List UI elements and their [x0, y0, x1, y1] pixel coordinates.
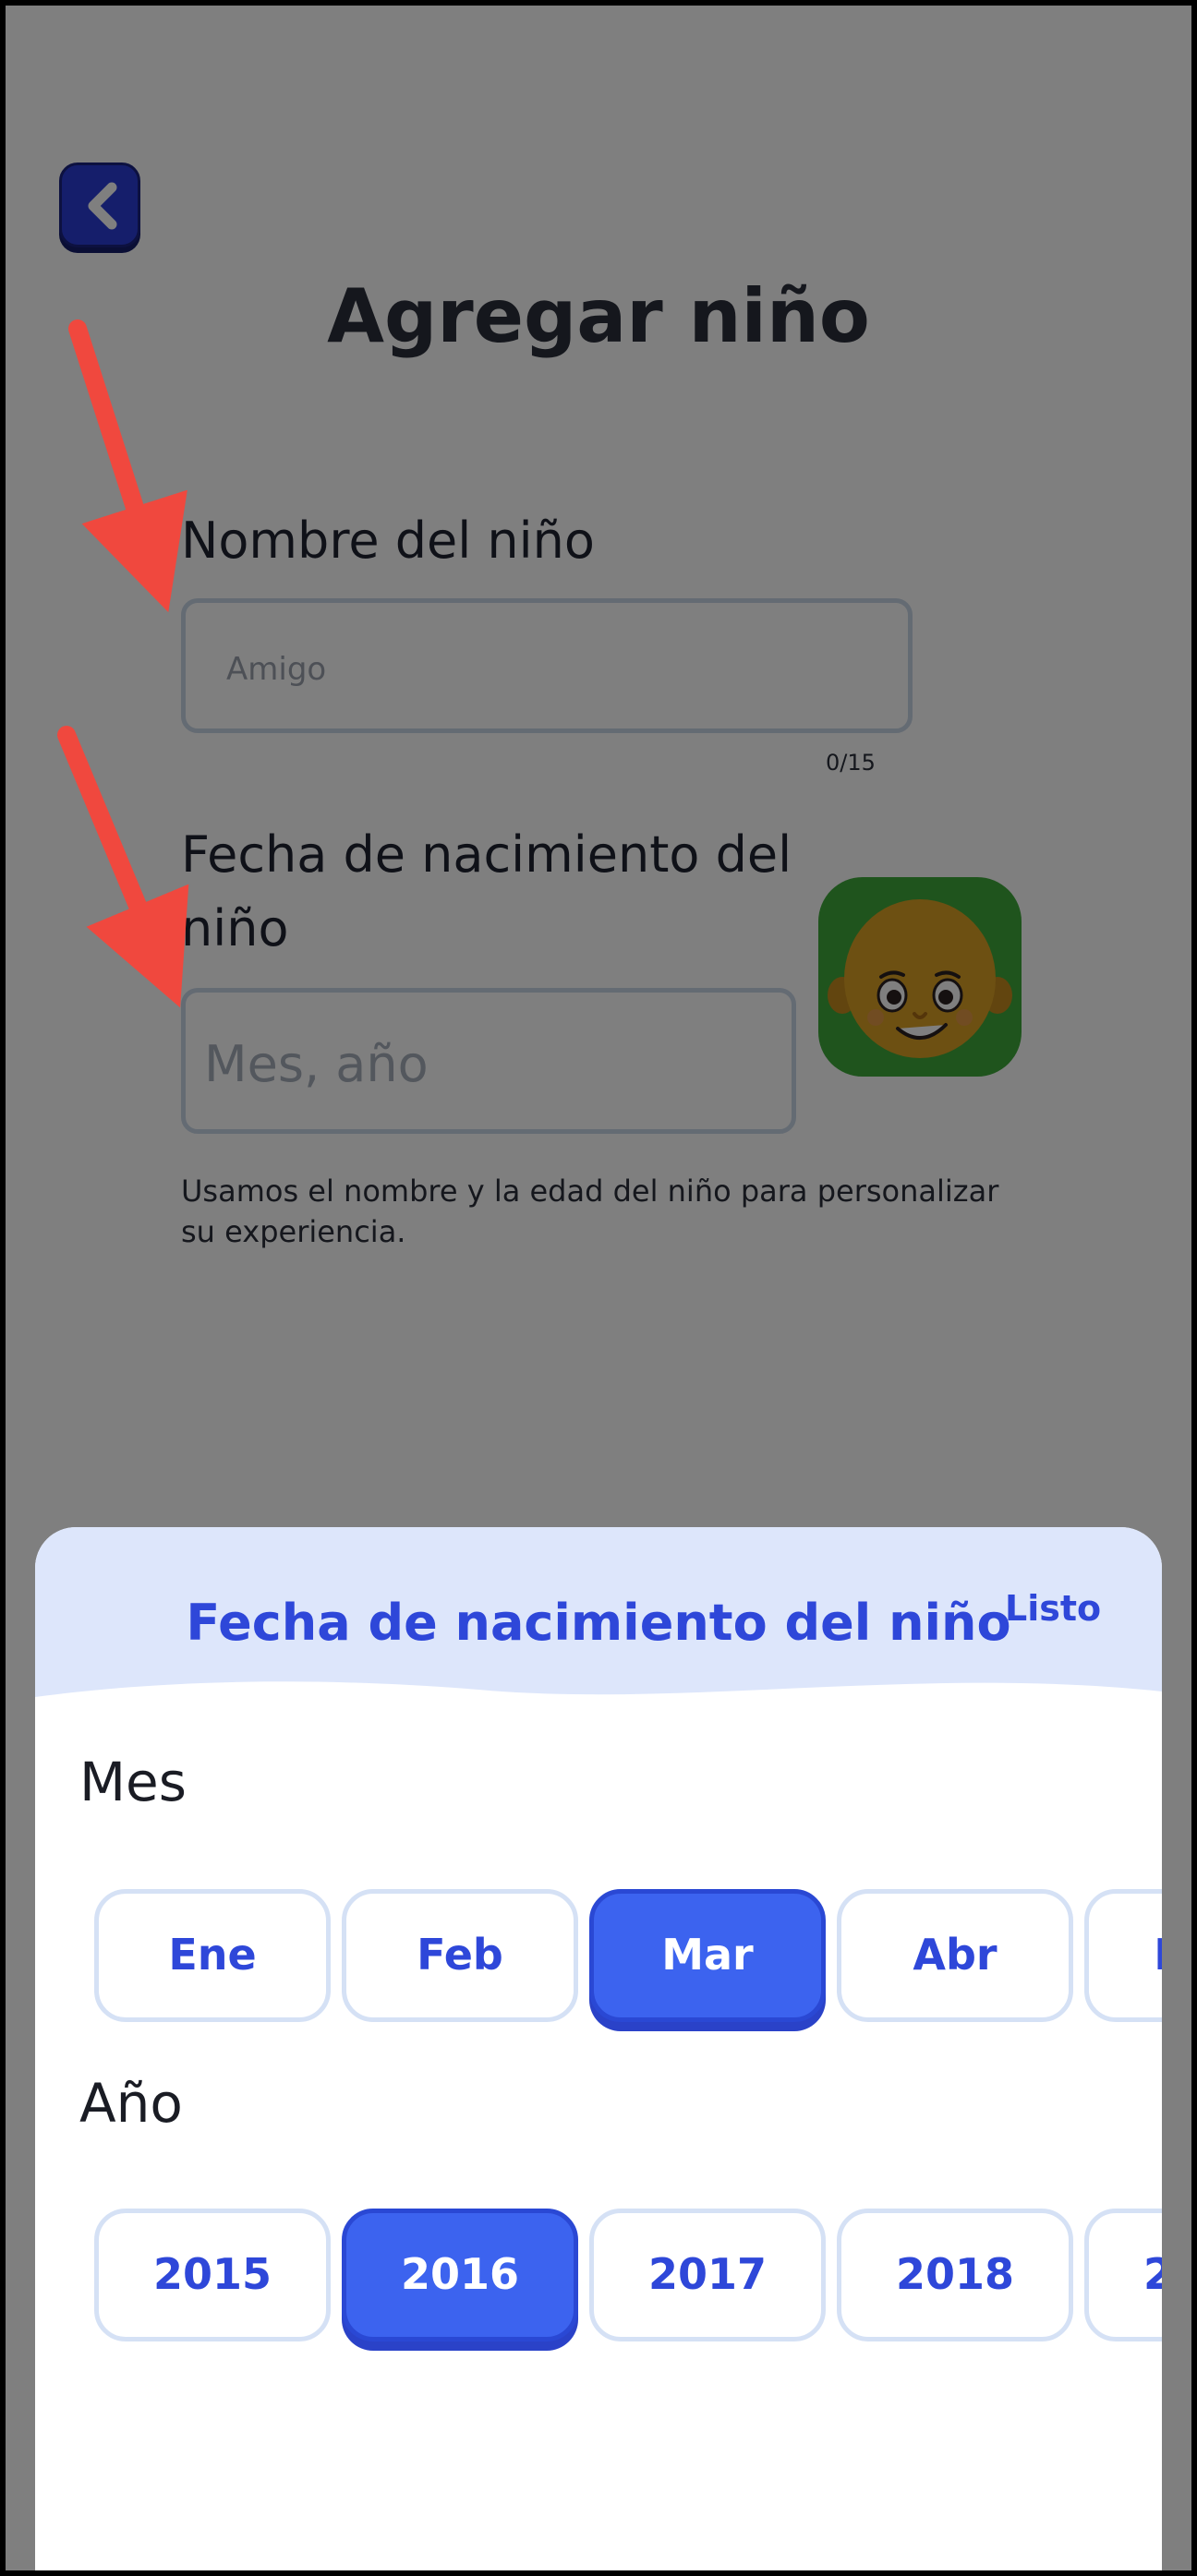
year-chip-selected[interactable]: 2016	[342, 2209, 578, 2341]
month-chip[interactable]: Feb	[342, 1889, 578, 2022]
month-chip[interactable]: Ene	[94, 1889, 331, 2022]
year-chip[interactable]: 2018	[837, 2209, 1073, 2341]
year-chip[interactable]: 2017	[589, 2209, 826, 2341]
year-chip[interactable]: 2019	[1084, 2209, 1162, 2341]
done-button[interactable]: Listo	[1005, 1588, 1101, 1629]
month-chip[interactable]: May	[1084, 1889, 1162, 2022]
month-chip-selected[interactable]: Mar	[589, 1889, 826, 2022]
year-section-label: Año	[79, 2072, 183, 2135]
birthdate-picker-sheet: Fecha de nacimiento del niño Listo Mes E…	[35, 1527, 1162, 2570]
sheet-title: Fecha de nacimiento del niño	[186, 1594, 1011, 1652]
year-chip[interactable]: 2015	[94, 2209, 331, 2341]
month-section-label: Mes	[79, 1751, 187, 1813]
screen: Agregar niño Nombre del niño Amigo 0/15 …	[6, 6, 1191, 2570]
month-chip[interactable]: Abr	[837, 1889, 1073, 2022]
